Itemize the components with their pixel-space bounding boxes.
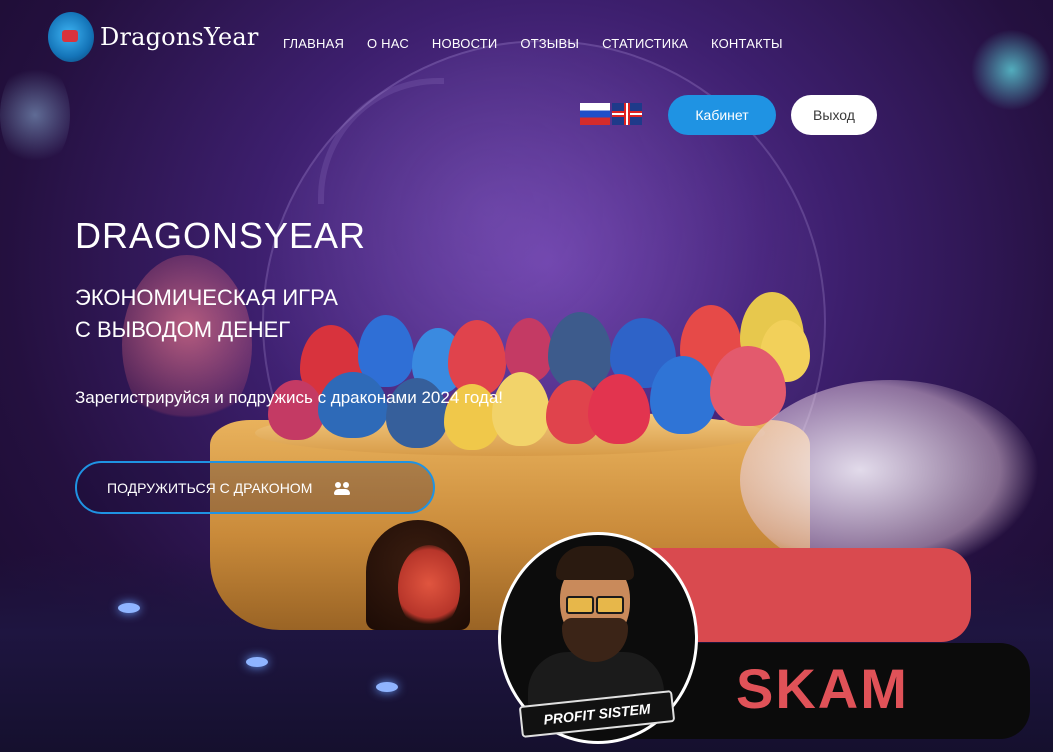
hero-subtitle-line1: ЭКОНОМИЧЕСКАЯ ИГРА xyxy=(75,285,338,310)
nav-item-about[interactable]: О НАС xyxy=(367,36,409,51)
people-icon xyxy=(334,481,351,495)
nav-item-news[interactable]: НОВОСТИ xyxy=(432,36,498,51)
avatar-hair xyxy=(556,546,634,580)
logo-text: DragonsYear xyxy=(100,23,259,51)
befriend-dragon-button[interactable]: ПОДРУЖИТЬСЯ С ДРАКОНОМ xyxy=(75,461,435,514)
sunglasses-icon xyxy=(566,596,624,614)
floor-light xyxy=(118,603,140,613)
site-header: DragonsYear ГЛАВНАЯ О НАС НОВОСТИ ОТЗЫВЫ… xyxy=(0,0,1053,90)
skam-stamp-text: SKAM xyxy=(736,657,909,720)
nav-item-home[interactable]: ГЛАВНАЯ xyxy=(283,36,344,51)
en-flag-icon[interactable] xyxy=(612,103,642,125)
baby-dragon-hole xyxy=(398,545,460,631)
logo[interactable]: DragonsYear xyxy=(48,12,259,62)
nav-item-reviews[interactable]: ОТЗЫВЫ xyxy=(520,36,579,51)
hero-title: DRAGONSYEAR xyxy=(75,215,367,256)
nav-item-statistics[interactable]: СТАТИСТИКА xyxy=(602,36,688,51)
nav-item-contacts[interactable]: КОНТАКТЫ xyxy=(711,36,783,51)
dome-window xyxy=(318,78,444,204)
floor-light xyxy=(246,657,268,667)
befriend-dragon-label: ПОДРУЖИТЬСЯ С ДРАКОНОМ xyxy=(107,479,313,496)
floor-light xyxy=(376,682,398,692)
dragon-logo-icon xyxy=(48,12,94,62)
hero-subtitle: ЭКОНОМИЧЕСКАЯ ИГРА С ВЫВОДОМ ДЕНЕГ xyxy=(75,282,338,346)
exit-button[interactable]: Выход xyxy=(791,95,877,135)
main-nav: ГЛАВНАЯ О НАС НОВОСТИ ОТЗЫВЫ СТАТИСТИКА … xyxy=(283,36,806,51)
language-switcher xyxy=(580,103,642,125)
hero-subtitle-line2: С ВЫВОДОМ ДЕНЕГ xyxy=(75,317,291,342)
hero-description: Зарегистрируйся и подружись с драконами … xyxy=(75,388,504,407)
cabinet-button[interactable]: Кабинет xyxy=(668,95,776,135)
ru-flag-icon[interactable] xyxy=(580,103,610,125)
